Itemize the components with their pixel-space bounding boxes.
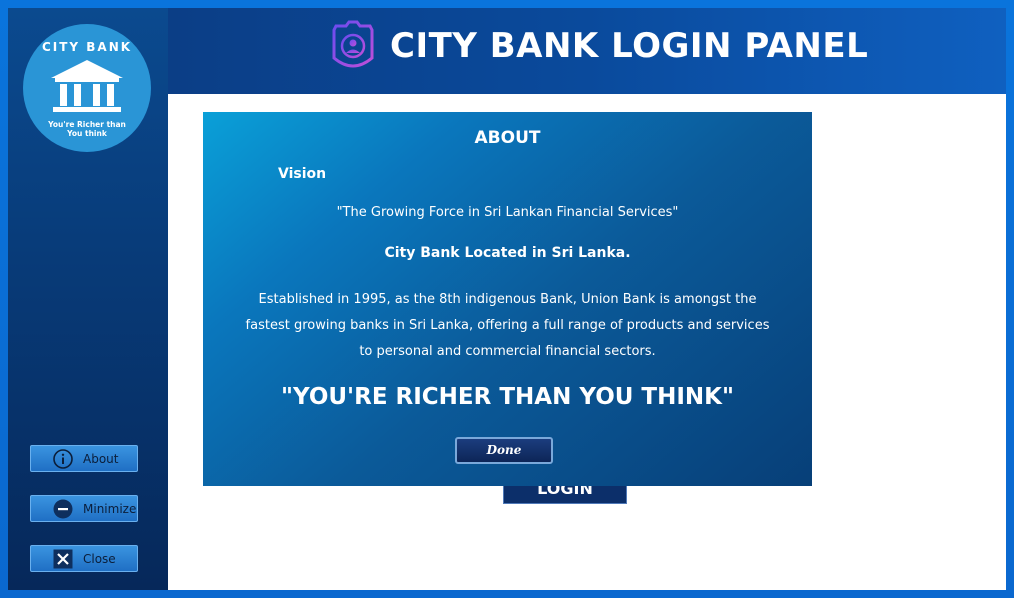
info-icon xyxy=(53,449,73,469)
city-bank-logo: CITY BANK You're Richer than You think xyxy=(23,24,151,152)
location-text: City Bank Located in Sri Lanka. xyxy=(384,245,631,261)
done-button[interactable]: Done xyxy=(455,437,553,464)
page-title: CITY BANK LOGIN PANEL xyxy=(390,26,869,66)
logo-tagline: You're Richer than You think xyxy=(23,120,151,138)
close-icon xyxy=(53,549,73,569)
close-button-label: Close xyxy=(83,552,116,566)
bank-description: Established in 1995, as the 8th indigeno… xyxy=(245,292,770,359)
close-button[interactable]: Close xyxy=(30,545,138,572)
about-dialog-title: ABOUT xyxy=(474,128,541,148)
about-button[interactable]: About xyxy=(30,445,138,472)
minus-icon xyxy=(53,499,73,519)
header-bar: CITY BANK LOGIN PANEL xyxy=(168,8,1006,94)
vision-label: Vision xyxy=(278,166,327,182)
vision-quote: "The Growing Force in Sri Lankan Financi… xyxy=(336,205,679,220)
about-dialog: ABOUT Vision "The Growing Force in Sri L… xyxy=(203,112,812,486)
security-user-icon xyxy=(332,20,374,68)
minimize-button-label: Minimize xyxy=(83,502,137,516)
bank-building-icon xyxy=(51,60,123,112)
logo-bank-name: CITY BANK xyxy=(41,40,133,54)
logo-tagline-line1: You're Richer than xyxy=(48,120,126,129)
sidebar: CITY BANK You're Richer than You think A… xyxy=(8,8,168,590)
about-button-label: About xyxy=(83,452,119,466)
logo-tagline-line2: You think xyxy=(67,129,107,138)
bank-slogan: "YOU'RE RICHER THAN YOU THINK" xyxy=(281,384,734,410)
minimize-button[interactable]: Minimize xyxy=(30,495,138,522)
